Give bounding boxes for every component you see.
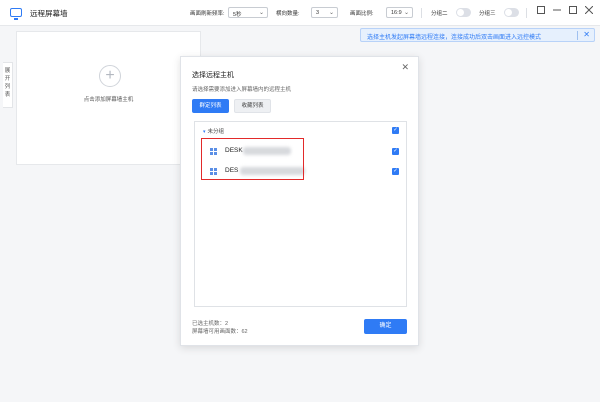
- maximize-window-button[interactable]: [567, 6, 579, 18]
- info-banner: 选择主机发起屏幕墙远程连接，连接成功后双击画面进入远控模式 ✕: [360, 28, 595, 42]
- close-icon: [584, 5, 594, 15]
- group-row[interactable]: ▾ 未分组: [203, 127, 224, 135]
- group2-label: 分组二: [431, 11, 448, 17]
- host-checkbox[interactable]: ✓: [392, 148, 399, 155]
- add-host-text: 点击添加屏幕墙主机: [83, 97, 134, 103]
- banner-close-icon[interactable]: ✕: [583, 30, 590, 39]
- caret-down-icon: ▾: [203, 129, 206, 135]
- dialog-close-icon[interactable]: ✕: [401, 62, 409, 73]
- aspect-ratio-select[interactable]: 16:9 ⌄: [386, 7, 413, 18]
- add-host-panel[interactable]: + 点击添加屏幕墙主机: [16, 31, 201, 165]
- divider: [526, 8, 527, 18]
- horizontal-count-select[interactable]: 3 ⌄: [311, 7, 338, 18]
- plus-icon[interactable]: +: [99, 65, 121, 87]
- aspect-ratio-label: 画面比例:: [350, 11, 374, 17]
- close-window-button[interactable]: [583, 5, 595, 18]
- title-bar: 远程屏幕墙 画面刷新频率: 5秒 ⌄ 横向数量: 3 ⌄ 画面比例: 16:9 …: [0, 0, 600, 26]
- dialog-description: 请选择需要添加进入屏幕墙内的远程主机: [192, 87, 292, 93]
- refresh-rate-select[interactable]: 5秒 ⌄: [228, 7, 268, 18]
- chevron-down-icon: ⌄: [328, 10, 334, 16]
- group2-toggle[interactable]: [456, 8, 471, 17]
- maximize-icon: [569, 6, 577, 14]
- group3-toggle[interactable]: [504, 8, 519, 17]
- tab-group-list[interactable]: 群定列表: [192, 99, 229, 113]
- refresh-rate-value: 5秒: [233, 12, 242, 18]
- selected-count: 已选主机数：2: [192, 321, 229, 327]
- minimize-window-button[interactable]: [551, 6, 563, 18]
- host-checkbox[interactable]: ✓: [392, 168, 399, 175]
- minimize-icon: [553, 9, 561, 11]
- restore-window-button[interactable]: [535, 6, 547, 18]
- highlight-box: [201, 138, 304, 180]
- refresh-rate-label: 画面刷新频率:: [190, 11, 225, 17]
- available-count: 屏幕墙可用画面数：62: [192, 329, 248, 335]
- banner-text: 选择主机发起屏幕墙远程连接，连接成功后双击画面进入远控模式: [367, 35, 542, 41]
- confirm-button[interactable]: 确定: [364, 319, 407, 334]
- monitor-icon: [10, 8, 22, 20]
- divider: [421, 8, 422, 18]
- chevron-down-icon: ⌄: [258, 10, 264, 16]
- chevron-down-icon: ⌄: [403, 10, 409, 16]
- group-label: 未分组: [207, 129, 225, 135]
- expand-list-tab[interactable]: 展开列表: [3, 62, 13, 108]
- app-title: 远程屏幕墙: [30, 9, 68, 18]
- dialog-title: 选择远程主机: [192, 72, 234, 79]
- select-host-dialog: 选择远程主机 ✕ 请选择需要添加进入屏幕墙内的远程主机 群定列表 收藏列表 ▾ 未…: [180, 56, 419, 346]
- restore-icon: [537, 6, 545, 14]
- aspect-ratio-value: 16:9: [391, 10, 402, 16]
- group3-label: 分组三: [479, 11, 496, 17]
- horizontal-count-label: 横向数量:: [276, 11, 300, 17]
- horizontal-count-value: 3: [316, 10, 320, 16]
- group-checkbox[interactable]: ✓: [392, 127, 399, 134]
- tab-favorites-list[interactable]: 收藏列表: [234, 99, 271, 113]
- divider: [577, 31, 578, 40]
